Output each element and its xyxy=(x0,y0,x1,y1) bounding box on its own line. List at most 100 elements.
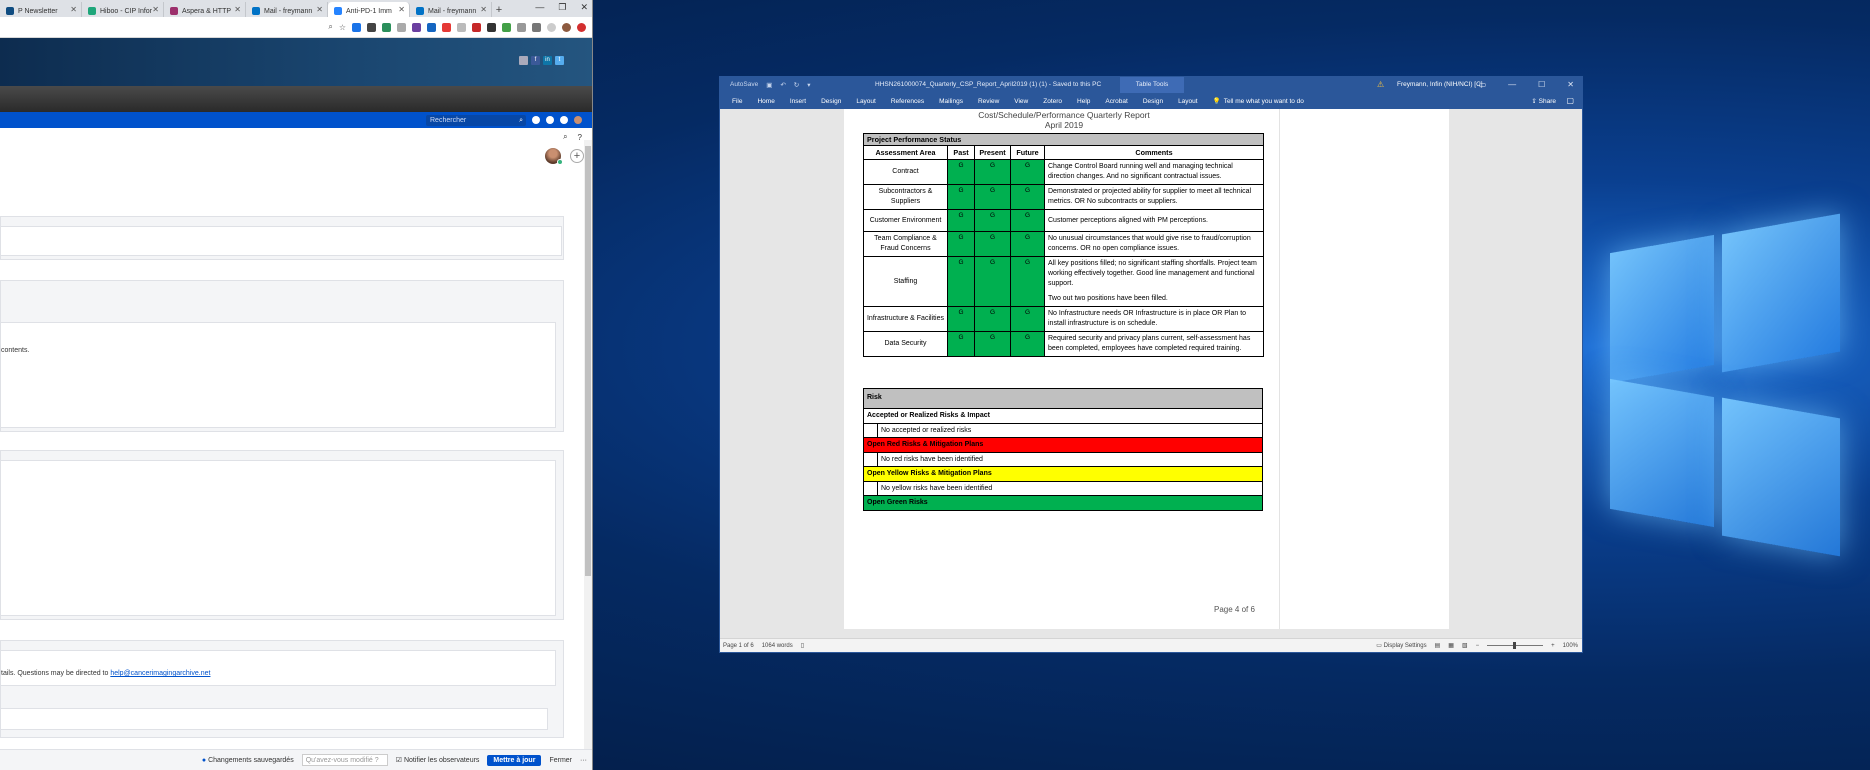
web-layout-icon[interactable]: ▧ xyxy=(1462,642,1468,649)
read-mode-icon[interactable]: ▤ xyxy=(1435,642,1441,649)
browser-tab[interactable]: Mail - freymann ✕ xyxy=(246,2,328,17)
update-button[interactable]: Mettre à jour xyxy=(487,754,542,766)
avatar[interactable] xyxy=(574,116,582,124)
extension-icon[interactable] xyxy=(517,22,526,32)
ribbon-tab[interactable]: View xyxy=(1014,98,1028,105)
word-count[interactable]: 1064 words xyxy=(762,643,793,649)
page-count[interactable]: Page 1 of 6 xyxy=(723,643,754,649)
notify-watchers-checkbox[interactable]: ☑ Notifier les observateurs xyxy=(396,756,480,764)
minimize-icon[interactable]: — xyxy=(535,2,544,13)
ribbon-tab[interactable]: Review xyxy=(978,98,999,105)
comments-icon[interactable]: ▢ xyxy=(1566,96,1574,105)
extension-icon[interactable] xyxy=(487,22,496,32)
star-icon[interactable]: ☆ xyxy=(339,23,346,32)
profile-avatar[interactable] xyxy=(562,22,571,32)
close-tab-icon[interactable]: ✕ xyxy=(316,5,323,14)
close-button[interactable]: Fermer xyxy=(549,757,572,764)
ribbon-tab[interactable]: Zotero xyxy=(1043,98,1062,105)
browser-tab[interactable]: P Newsletter ✕ xyxy=(0,2,82,17)
ribbon-tab[interactable]: Layout xyxy=(856,98,876,105)
ribbon-tab[interactable]: Design xyxy=(821,98,841,105)
document-page[interactable]: Cost/Schedule/Performance Quarterly Repo… xyxy=(844,109,1449,629)
zoom-out-icon[interactable]: − xyxy=(1476,643,1480,649)
extension-icon[interactable] xyxy=(412,22,421,32)
browser-tab[interactable]: Hiboo - CIP Infor ✕ xyxy=(82,2,164,17)
scrollbar-thumb[interactable] xyxy=(585,146,591,576)
maximize-icon[interactable]: ☐ xyxy=(1538,80,1545,89)
content-box: tails. Questions may be directed to help… xyxy=(0,650,556,686)
autosave-toggle[interactable]: AutoSave xyxy=(730,81,758,89)
close-tab-icon[interactable]: ✕ xyxy=(480,5,487,14)
extension-icon[interactable] xyxy=(442,22,451,32)
extension-icon[interactable] xyxy=(532,22,541,32)
extension-icon[interactable] xyxy=(382,22,391,32)
twitter-icon[interactable]: t xyxy=(555,56,564,65)
help-email-link[interactable]: help@cancerimagingarchive.net xyxy=(110,670,210,677)
browser-tab[interactable]: Anti-PD-1 Imm ✕ xyxy=(328,2,410,17)
more-options-button[interactable]: ··· xyxy=(580,757,587,764)
extension-icon[interactable] xyxy=(367,22,376,32)
browser-tab[interactable]: Mail - freymann ✕ xyxy=(410,2,492,17)
undo-icon[interactable]: ↶ xyxy=(780,81,785,89)
help-icon[interactable] xyxy=(532,116,540,124)
ribbon-tab[interactable]: Insert xyxy=(790,98,806,105)
user-name[interactable]: Freymann, Infin (NIH/NCI) [C] xyxy=(1397,81,1483,88)
ribbon-tab[interactable]: Mailings xyxy=(939,98,963,105)
share-button[interactable]: ⇪ Share xyxy=(1531,97,1556,105)
ribbon-tab[interactable]: File xyxy=(732,98,742,105)
extension-icon[interactable] xyxy=(502,22,511,32)
extension-icon[interactable] xyxy=(472,22,481,32)
ribbon-tab[interactable]: Home xyxy=(757,98,774,105)
email-icon[interactable] xyxy=(519,56,528,65)
settings-icon[interactable] xyxy=(546,116,554,124)
new-tab-button[interactable]: + xyxy=(492,4,506,17)
close-tab-icon[interactable]: ✕ xyxy=(152,5,159,14)
risk-section-header: Open Yellow Risks & Mitigation Plans xyxy=(864,467,1262,481)
close-icon[interactable]: ✕ xyxy=(580,2,588,13)
content-box xyxy=(0,708,548,730)
extension-icon[interactable] xyxy=(397,22,406,32)
notifications-icon[interactable] xyxy=(560,116,568,124)
jira-search-input[interactable]: Rechercher ⌕ xyxy=(426,114,526,126)
menu-icon[interactable] xyxy=(577,22,586,32)
extension-icon[interactable] xyxy=(352,22,361,32)
ribbon-tab[interactable]: References xyxy=(891,98,924,105)
zoom-level[interactable]: 100% xyxy=(1563,643,1578,649)
extension-icon[interactable] xyxy=(427,22,436,32)
ribbon-tab[interactable]: Design xyxy=(1143,98,1163,105)
close-tab-icon[interactable]: ✕ xyxy=(234,5,241,14)
ribbon-display-icon[interactable]: ▭ xyxy=(1479,80,1487,89)
status-present: G xyxy=(974,256,1011,307)
close-tab-icon[interactable]: ✕ xyxy=(398,5,405,14)
minimize-icon[interactable]: — xyxy=(1508,80,1516,89)
comment-text: Required security and privacy plans curr… xyxy=(1048,335,1251,352)
close-icon[interactable]: ✕ xyxy=(1567,80,1574,89)
avatar-row: + xyxy=(0,146,592,168)
search-icon[interactable]: ⌕ xyxy=(563,132,567,142)
change-description-input[interactable]: Qu'avez-vous modifié ? xyxy=(301,754,388,766)
print-layout-icon[interactable]: ▦ xyxy=(1448,642,1454,649)
tell-me-search[interactable]: Tell me what you want to do xyxy=(1224,98,1304,105)
display-settings[interactable]: ▭ Display Settings xyxy=(1376,642,1426,649)
browser-tab[interactable]: Aspera & HTTP ✕ xyxy=(164,2,246,17)
ribbon-tab[interactable]: Help xyxy=(1077,98,1090,105)
extension-icon[interactable] xyxy=(457,22,466,32)
close-tab-icon[interactable]: ✕ xyxy=(70,5,77,14)
extension-icon[interactable] xyxy=(547,22,556,32)
save-icon[interactable]: ▣ xyxy=(766,81,772,89)
zoom-slider[interactable] xyxy=(1487,642,1544,649)
scrollbar[interactable] xyxy=(584,140,592,750)
help-icon[interactable]: ? xyxy=(578,133,582,142)
linkedin-icon[interactable]: in xyxy=(543,56,552,65)
proofing-icon[interactable]: ▯ xyxy=(801,642,804,649)
add-icon[interactable]: + xyxy=(570,149,584,163)
assessment-area: Subcontractors & Suppliers xyxy=(863,184,948,210)
search-icon[interactable]: ⌕ xyxy=(328,22,332,32)
facebook-icon[interactable]: f xyxy=(531,56,540,65)
restore-icon[interactable]: ❐ xyxy=(558,2,566,13)
customize-icon[interactable]: ▾ xyxy=(807,81,810,89)
redo-icon[interactable]: ↻ xyxy=(794,81,799,89)
ribbon-tab[interactable]: Layout xyxy=(1178,98,1198,105)
ribbon-tab[interactable]: Acrobat xyxy=(1105,98,1127,105)
zoom-in-icon[interactable]: + xyxy=(1551,643,1555,649)
